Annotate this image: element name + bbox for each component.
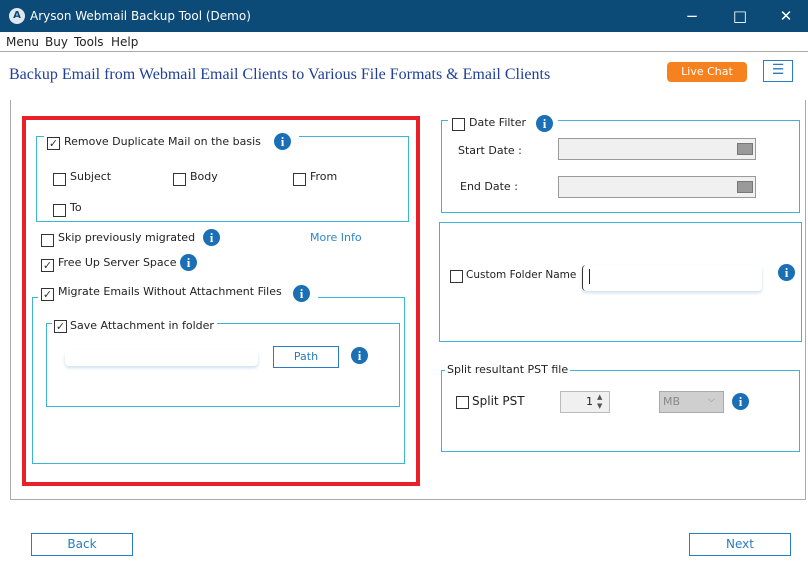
from-label: From xyxy=(310,170,341,183)
info-icon[interactable]: i xyxy=(180,254,197,271)
info-icon[interactable]: i xyxy=(732,393,749,410)
calendar-icon[interactable] xyxy=(737,181,753,193)
migrate-without-attachment-checkbox[interactable]: ✓ xyxy=(41,288,54,301)
start-date-picker[interactable] xyxy=(558,138,756,160)
info-icon[interactable]: i xyxy=(274,133,291,150)
menu-bar: Menu Buy Tools Help xyxy=(0,32,808,52)
calendar-icon[interactable] xyxy=(737,143,753,155)
body-label: Body xyxy=(190,170,221,183)
split-size-spinner[interactable]: 1 xyxy=(560,391,610,413)
date-filter-label: Date Filter xyxy=(469,116,530,129)
date-filter-checkbox[interactable] xyxy=(452,118,465,131)
free-up-label: Free Up Server Space xyxy=(58,256,180,269)
skip-migrated-checkbox[interactable] xyxy=(41,234,54,247)
spinner-arrows-icon[interactable]: ▲ ▼ xyxy=(597,393,602,411)
save-attachment-checkbox[interactable]: ✓ xyxy=(54,320,67,333)
chevron-down-icon: ⌵ xyxy=(708,395,715,405)
remove-duplicate-label: Remove Duplicate Mail on the basis xyxy=(64,135,264,148)
to-checkbox[interactable] xyxy=(53,204,66,217)
from-checkbox[interactable] xyxy=(293,173,306,186)
close-button[interactable]: ✕ xyxy=(771,6,801,26)
menu-item-menu[interactable]: Menu xyxy=(6,35,39,49)
migrate-without-attachment-label: Migrate Emails Without Attachment Files xyxy=(58,285,285,298)
custom-folder-label: Custom Folder Name xyxy=(466,269,580,281)
window-title: Aryson Webmail Backup Tool (Demo) xyxy=(30,9,251,23)
info-icon[interactable]: i xyxy=(536,115,553,132)
hamburger-menu-button[interactable]: ☰ xyxy=(763,60,793,82)
next-button[interactable]: Next xyxy=(689,533,791,556)
page-title: Backup Email from Webmail Email Clients … xyxy=(9,66,551,83)
subject-checkbox[interactable] xyxy=(53,173,66,186)
end-date-label: End Date : xyxy=(460,180,521,193)
menu-item-buy[interactable]: Buy xyxy=(45,35,68,49)
end-date-picker[interactable] xyxy=(558,176,756,198)
info-icon[interactable]: i xyxy=(778,264,795,281)
path-input[interactable] xyxy=(65,350,258,366)
custom-folder-input[interactable] xyxy=(582,265,762,291)
split-pst-checkbox[interactable] xyxy=(456,396,469,409)
maximize-button[interactable]: □ xyxy=(725,6,755,26)
menu-item-tools[interactable]: Tools xyxy=(74,35,104,49)
subject-label: Subject xyxy=(70,170,115,183)
save-attachment-label: Save Attachment in folder xyxy=(70,319,217,332)
more-info-link[interactable]: More Info xyxy=(310,231,365,244)
date-filter-group xyxy=(441,120,800,213)
free-up-checkbox[interactable]: ✓ xyxy=(41,259,54,272)
minimize-button[interactable]: − xyxy=(677,6,707,26)
info-icon[interactable]: i xyxy=(203,229,220,246)
remove-duplicate-checkbox[interactable]: ✓ xyxy=(47,137,60,150)
text-cursor xyxy=(589,269,590,284)
back-button[interactable]: Back xyxy=(31,533,133,556)
menu-item-help[interactable]: Help xyxy=(111,35,138,49)
title-bar: A Aryson Webmail Backup Tool (Demo) − □ … xyxy=(0,0,808,32)
live-chat-button[interactable]: Live Chat xyxy=(667,62,747,82)
custom-folder-checkbox[interactable] xyxy=(450,270,463,283)
info-icon[interactable]: i xyxy=(293,285,310,302)
to-label: To xyxy=(70,201,85,214)
body-checkbox[interactable] xyxy=(173,173,186,186)
split-group xyxy=(441,370,800,452)
skip-migrated-label: Skip previously migrated xyxy=(58,231,199,244)
info-icon[interactable]: i xyxy=(351,347,368,364)
path-button[interactable]: Path xyxy=(273,346,339,368)
app-logo-icon: A xyxy=(9,8,25,24)
split-group-label: Split resultant PST file xyxy=(445,363,571,376)
start-date-label: Start Date : xyxy=(458,144,525,157)
split-pst-label: Split PST xyxy=(472,394,528,408)
